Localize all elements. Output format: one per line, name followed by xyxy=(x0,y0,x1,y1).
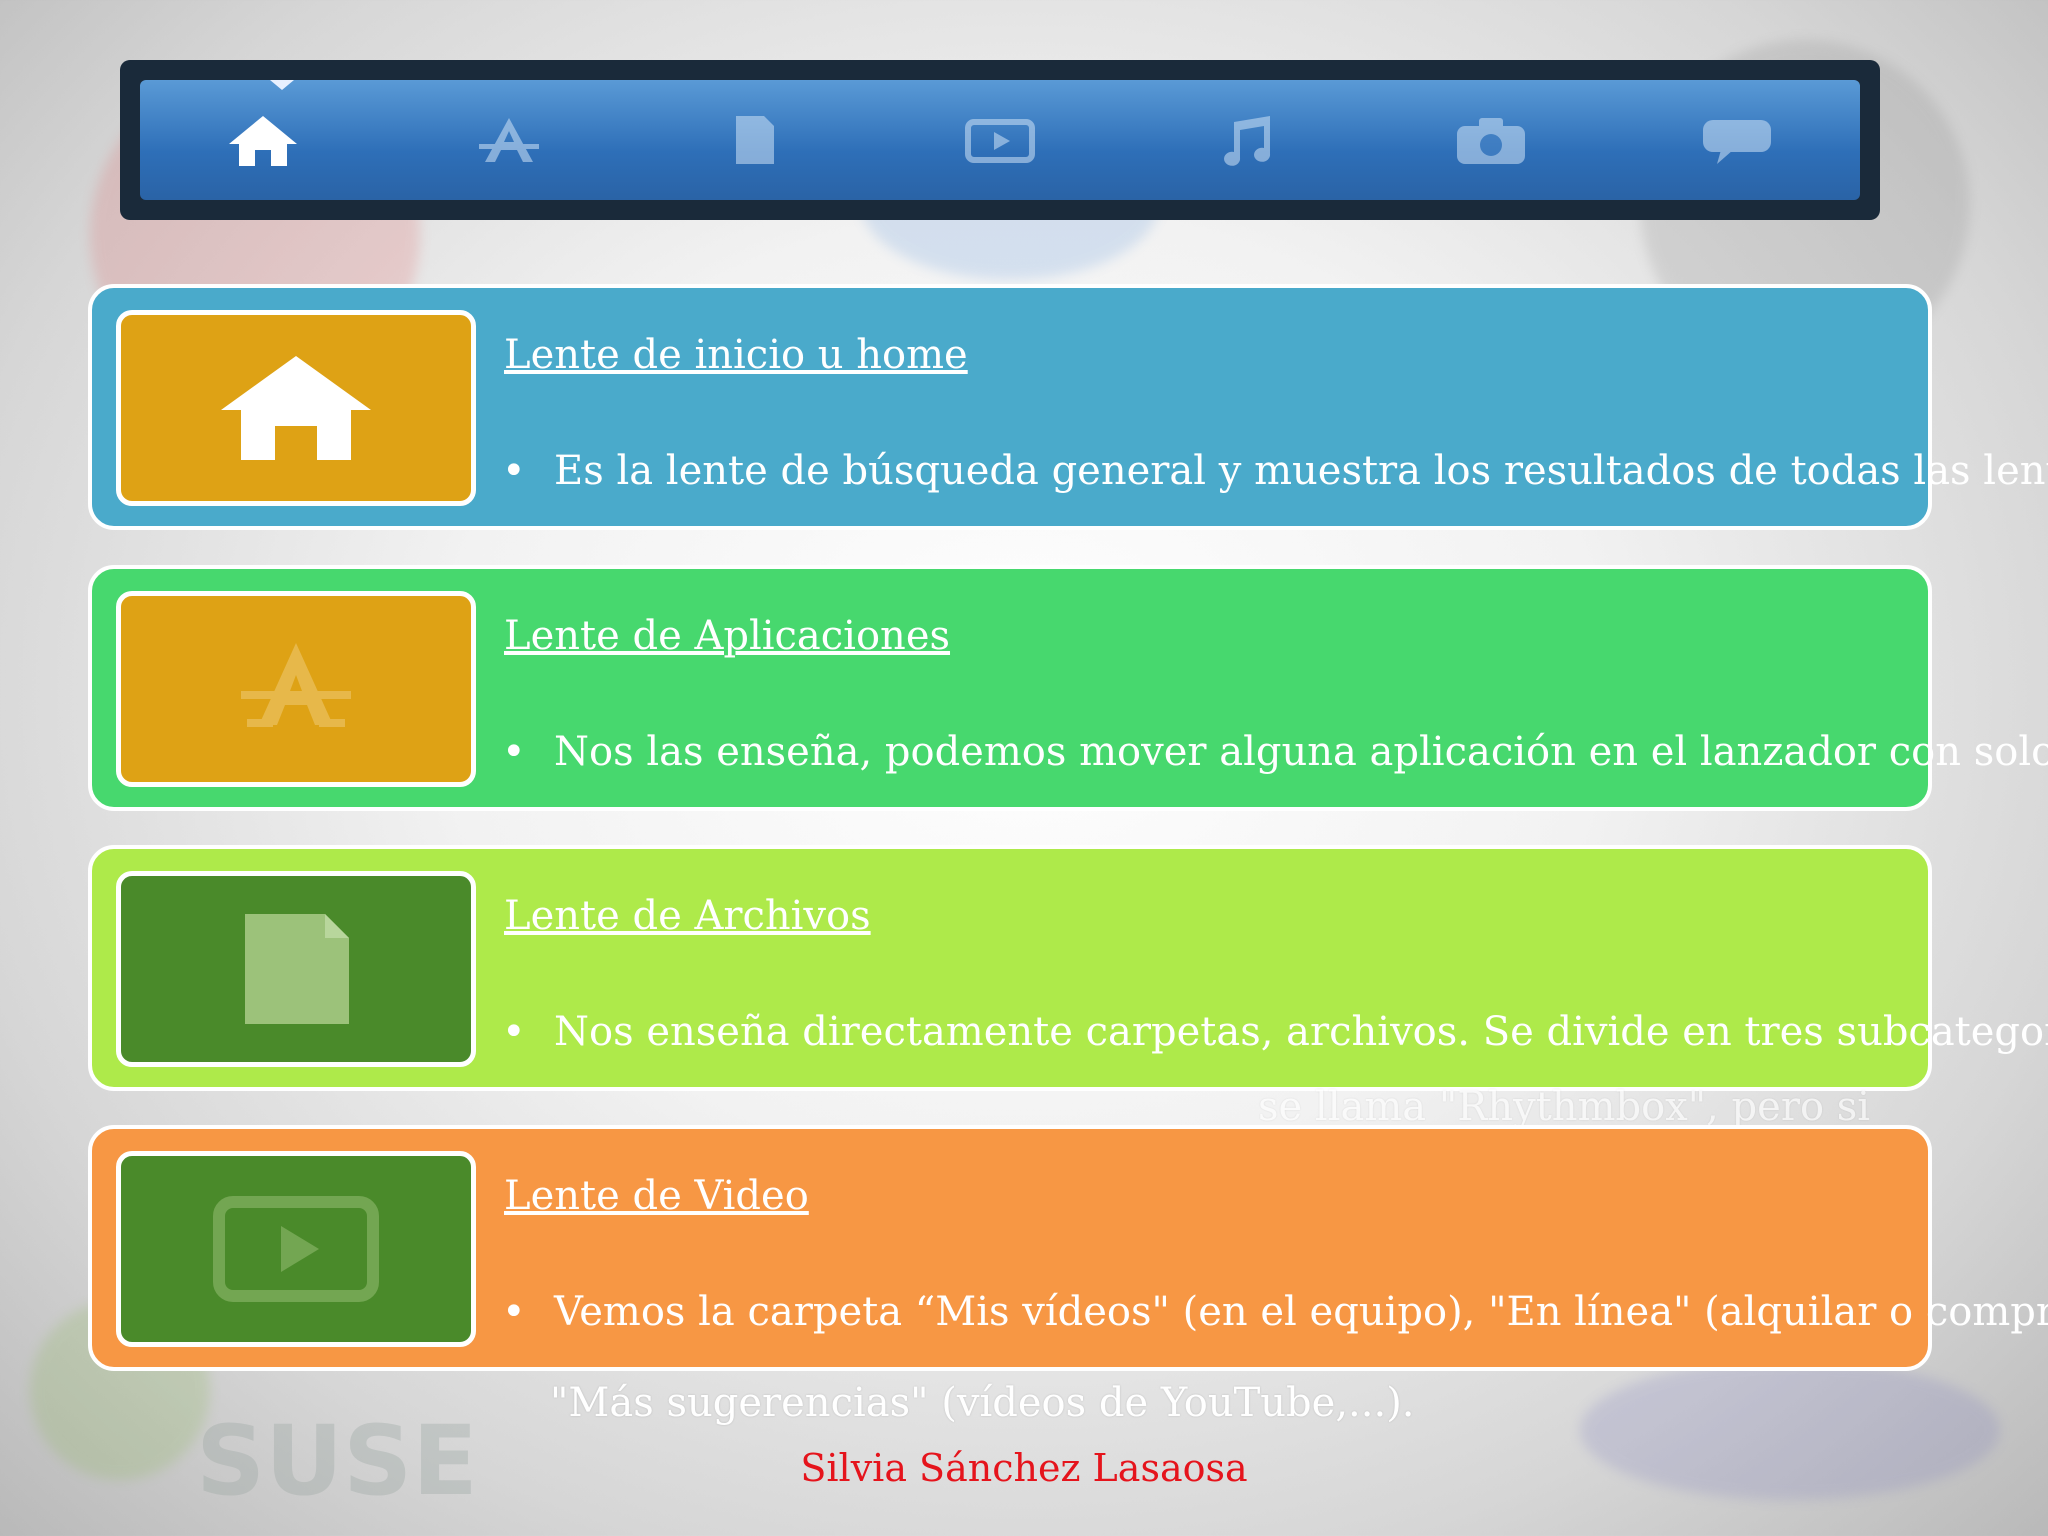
social-icon[interactable] xyxy=(1692,105,1782,175)
video-overflow-text: "Más sugerencias" (vídeos de YouTube,...… xyxy=(550,1380,1415,1426)
author-name: Silvia Sánchez Lasaosa xyxy=(800,1446,1248,1490)
lens-description: • Nos enseña directamente carpetas, archi… xyxy=(502,1009,2048,1055)
music-icon[interactable] xyxy=(1201,105,1291,175)
home-icon xyxy=(221,356,371,460)
lens-description: • Nos las enseña, podemos mover alguna ap… xyxy=(502,729,2048,775)
video-icon xyxy=(213,1196,379,1302)
lens-card-files: Lente de Archivos • Nos enseña directamen… xyxy=(88,845,2048,1091)
files-lens-thumbnail xyxy=(116,871,476,1067)
lens-card-video: Lente de Video • Vemos la carpeta “Mis ví… xyxy=(88,1125,2048,1371)
applications-icon xyxy=(241,643,351,727)
file-icon[interactable] xyxy=(709,105,799,175)
files-overflow-text: se llama "Rhythmbox", pero si xyxy=(1258,1084,1871,1130)
home-icon[interactable] xyxy=(218,105,308,175)
lens-description: • Vemos la carpeta “Mis vídeos" (en el eq… xyxy=(502,1289,2048,1335)
camera-icon[interactable] xyxy=(1446,105,1536,175)
lens-title: Lente de Aplicaciones xyxy=(504,613,951,659)
applications-icon[interactable] xyxy=(464,105,554,175)
video-lens-thumbnail xyxy=(116,1151,476,1347)
lens-title: Lente de inicio u home xyxy=(504,332,968,378)
lens-description: • Es la lente de búsqueda general y muest… xyxy=(502,448,2048,494)
applications-lens-thumbnail xyxy=(116,591,476,787)
dash-lens-bar xyxy=(120,60,1880,220)
video-icon[interactable] xyxy=(955,105,1045,175)
file-icon xyxy=(245,914,349,1024)
active-lens-marker xyxy=(270,80,294,90)
lens-card-home: Lente de inicio u home • Es la lente de b… xyxy=(88,284,2048,530)
home-lens-thumbnail xyxy=(116,310,476,506)
lens-card-applications: Lente de Aplicaciones • Nos las enseña, p… xyxy=(88,565,2048,811)
dash-lens-bar-inner xyxy=(140,80,1860,200)
lens-title: Lente de Archivos xyxy=(504,893,871,939)
lens-title: Lente de Video xyxy=(504,1173,809,1219)
